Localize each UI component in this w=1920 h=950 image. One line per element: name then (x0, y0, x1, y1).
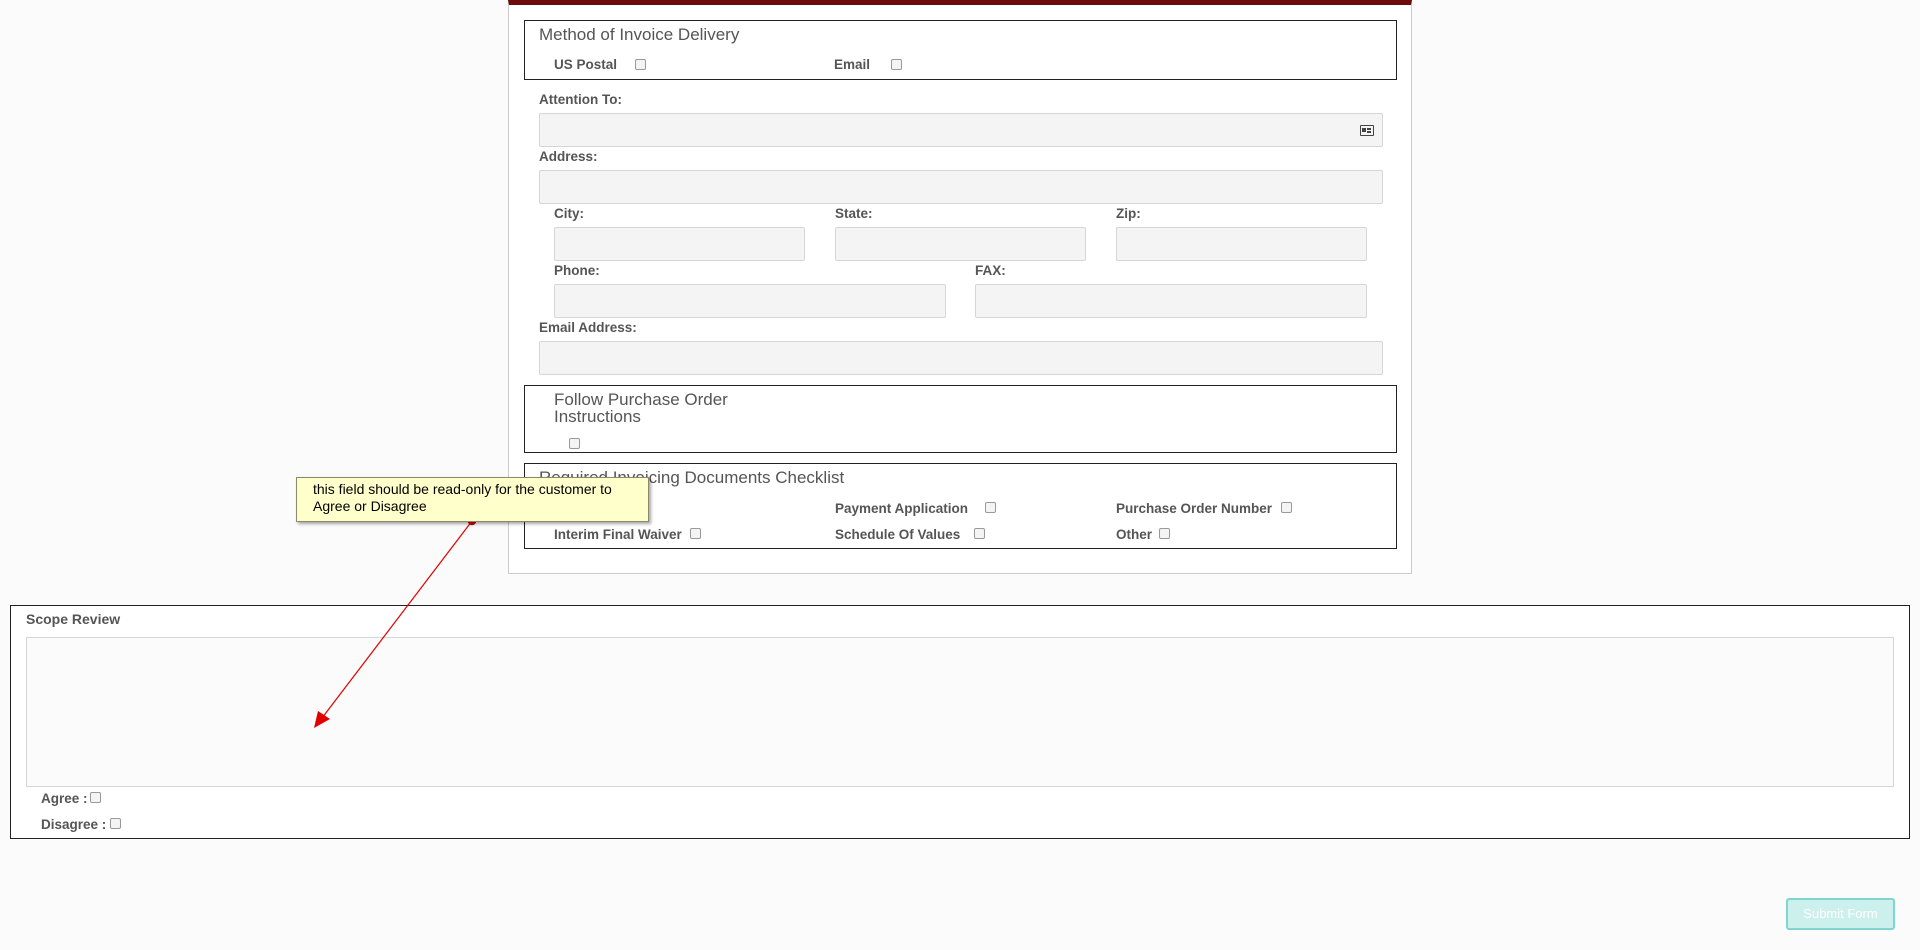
phone-input[interactable] (554, 284, 946, 318)
zip-input[interactable] (1116, 227, 1367, 261)
po-instructions-checkbox[interactable] (569, 438, 580, 449)
disagree-checkbox[interactable] (110, 818, 121, 829)
interim-final-waiver-checkbox[interactable] (690, 528, 701, 539)
address-label: Address: (539, 149, 598, 164)
attention-to-input[interactable] (539, 113, 1383, 147)
agree-checkbox[interactable] (90, 792, 101, 803)
invoice-delivery-fieldset: Method of Invoice Delivery US Postal Ema… (524, 20, 1397, 80)
us-postal-label: US Postal (554, 57, 618, 72)
email-delivery-checkbox[interactable] (891, 59, 902, 70)
fax-input[interactable] (975, 284, 1367, 318)
purchase-order-number-checkbox[interactable] (1281, 502, 1292, 513)
scope-review-textarea[interactable] (26, 637, 1894, 787)
email-delivery-label: Email (834, 57, 871, 72)
scope-review-label: Scope Review (26, 611, 121, 627)
phone-label: Phone: (554, 263, 600, 278)
state-input[interactable] (835, 227, 1086, 261)
schedule-of-values-checkbox[interactable] (974, 528, 985, 539)
fax-label: FAX: (975, 263, 1006, 278)
city-label: City: (554, 206, 584, 221)
contact-card-icon[interactable] (1360, 125, 1374, 136)
attention-to-label: Attention To: (539, 92, 622, 107)
schedule-of-values-label: Schedule Of Values (835, 527, 961, 542)
agree-label: Agree : (41, 791, 88, 806)
po-instructions-legend-line2: Instructions (554, 407, 641, 426)
other-label: Other (1116, 527, 1153, 542)
annotation-callout: this field should be read-only for the c… (296, 477, 649, 522)
po-instructions-fieldset: Follow Purchase Order Instructions (524, 385, 1397, 453)
payment-application-label: Payment Application (835, 501, 969, 516)
documents-checklist-fieldset: Required Invoicing Documents Checklist P… (524, 463, 1397, 549)
zip-label: Zip: (1116, 206, 1141, 221)
email-address-label: Email Address: (539, 320, 637, 335)
submit-form-button[interactable]: Submit Form (1786, 898, 1895, 930)
other-checkbox[interactable] (1159, 528, 1170, 539)
purchase-order-number-label: Purchase Order Number (1116, 501, 1273, 516)
interim-final-waiver-label: Interim Final Waiver (554, 527, 682, 542)
email-address-input[interactable] (539, 341, 1383, 375)
scope-review-section: Scope Review Agree : Disagree : (10, 605, 1910, 839)
disagree-label: Disagree : (41, 817, 107, 832)
state-label: State: (835, 206, 873, 221)
us-postal-checkbox[interactable] (635, 59, 646, 70)
city-input[interactable] (554, 227, 805, 261)
annotation-text: this field should be read-only for the c… (313, 481, 612, 514)
invoice-delivery-legend: Method of Invoice Delivery (539, 25, 740, 44)
payment-application-checkbox[interactable] (985, 502, 996, 513)
address-input[interactable] (539, 170, 1383, 204)
